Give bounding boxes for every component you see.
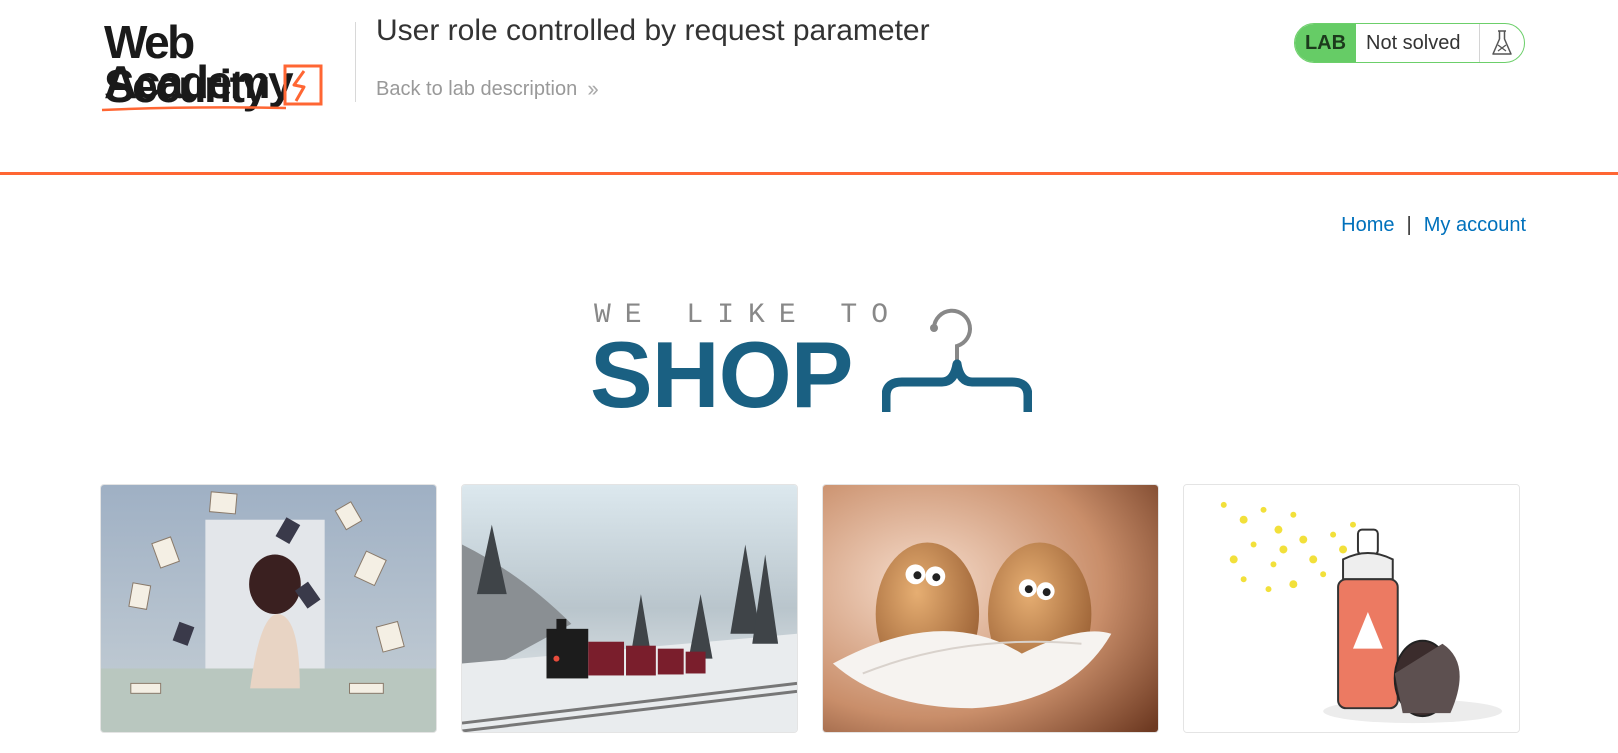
product-image-spray-can[interactable] xyxy=(1183,484,1520,733)
logo-underline xyxy=(101,106,287,112)
flask-icon xyxy=(1480,24,1524,62)
we-like-to-shop-banner: WE LIKE TO SHOP xyxy=(590,296,1036,422)
logo-text-line2: Academy xyxy=(104,56,294,108)
nav-separator: | xyxy=(1406,214,1412,236)
academy-header: Web Security Academy User role controlle… xyxy=(0,0,1618,176)
back-link-label: Back to lab description xyxy=(376,77,578,100)
header-accent-rule xyxy=(0,172,1618,175)
lab-badge: LAB xyxy=(1295,24,1356,62)
nav-home-link[interactable]: Home xyxy=(1341,214,1394,237)
lab-title: User role controlled by request paramete… xyxy=(376,14,930,47)
product-image-train[interactable] xyxy=(461,484,798,733)
clothes-hanger-icon xyxy=(882,308,1032,412)
double-chevron-right-icon: ›› xyxy=(587,76,599,101)
logo-bolt-icon xyxy=(283,64,323,106)
shop-top-nav: Home | My account xyxy=(1341,214,1526,237)
product-image-eggs[interactable] xyxy=(822,484,1159,733)
back-to-lab-description-link[interactable]: Back to lab description ›› xyxy=(376,76,599,102)
web-security-academy-logo[interactable]: Web Security Academy xyxy=(100,18,352,114)
nav-my-account-link[interactable]: My account xyxy=(1424,214,1526,237)
header-divider xyxy=(355,22,356,102)
lab-status-text: Not solved xyxy=(1356,24,1480,62)
banner-shop-word: SHOP xyxy=(590,322,853,427)
product-image-woman-books[interactable] xyxy=(100,484,437,733)
lab-status-widget: LAB Not solved xyxy=(1294,23,1525,63)
